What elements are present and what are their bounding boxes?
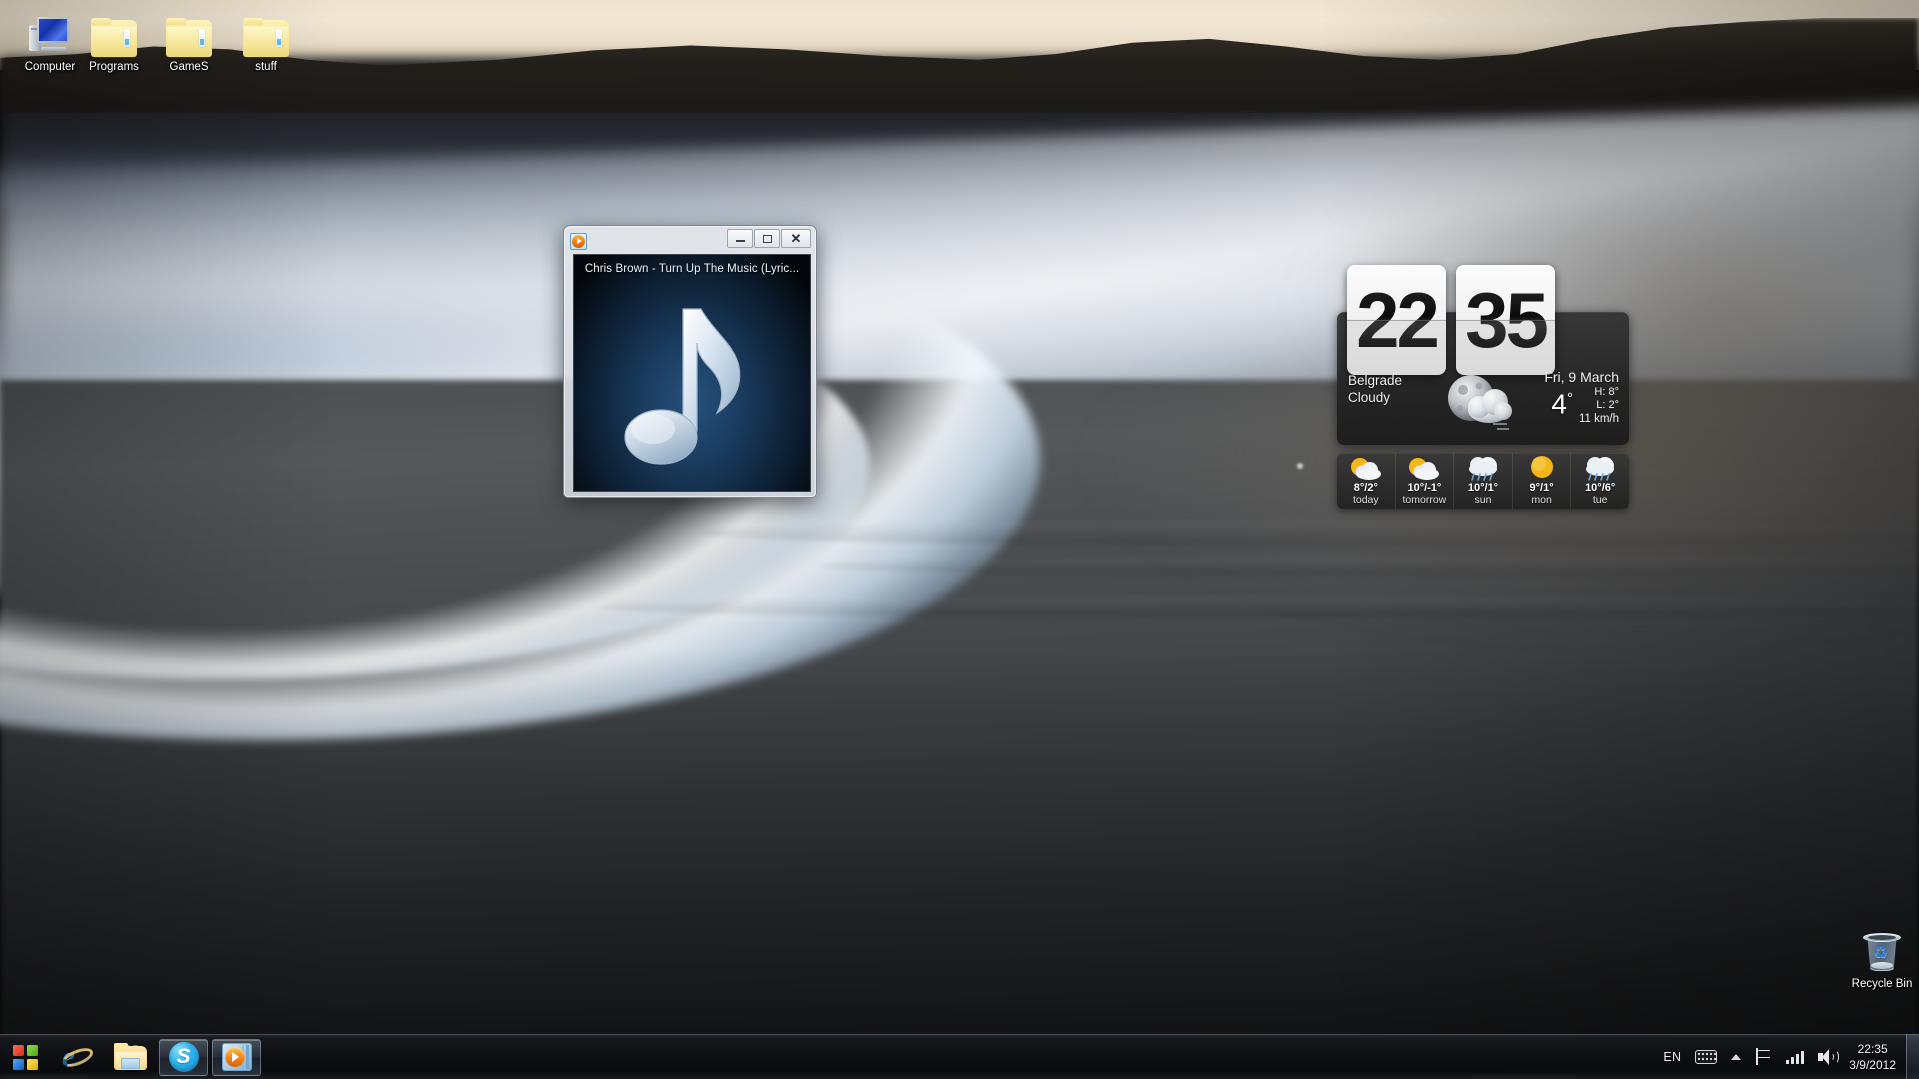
weather-high: H: 8° <box>1594 386 1619 398</box>
music-note-icon <box>617 301 767 481</box>
forecast-day[interactable]: 9°/1° mon <box>1513 453 1572 509</box>
taskbar-item-skype[interactable]: S <box>159 1038 208 1076</box>
forecast-label: tue <box>1592 494 1608 506</box>
forecast-temps: 10°/1° <box>1467 482 1499 494</box>
clock-hours: 22 <box>1347 281 1446 359</box>
forecast-day[interactable]: 10°/6° tue <box>1571 453 1629 509</box>
desktop-icon-stuff[interactable]: stuff <box>222 8 310 74</box>
temp-value: 4 <box>1551 388 1567 420</box>
forecast-day[interactable]: 10°/1° sun <box>1454 453 1513 509</box>
forecast-label: mon <box>1531 494 1552 506</box>
clock-minutes: 35 <box>1456 281 1555 359</box>
wallpaper-bokeh-dot <box>1297 463 1303 469</box>
desktop-icon-label: stuff <box>255 61 277 73</box>
keyboard-icon[interactable] <box>1688 1034 1724 1079</box>
forecast-day[interactable]: 8°/2° today <box>1337 453 1396 509</box>
weather-low: L: 2° <box>1596 399 1619 411</box>
skype-letter: S <box>176 1045 191 1068</box>
desktop-icon-label: Recycle Bin <box>1851 978 1913 990</box>
forecast-temps: 9°/1° <box>1529 482 1554 494</box>
start-button[interactable] <box>1 1036 49 1079</box>
now-playing-title: Chris Brown - Turn Up The Music (Lyric..… <box>584 263 800 275</box>
desktop-wallpaper <box>0 0 1919 1079</box>
maximize-button[interactable] <box>754 229 780 248</box>
sun-icon <box>1522 454 1562 482</box>
folder-icon <box>145 8 233 58</box>
minimize-button[interactable] <box>727 229 753 248</box>
htc-clock-weather-widget[interactable]: 22 35 Belgrade Cloudy Fri, 9 March 4° H:… <box>1337 265 1629 509</box>
close-button[interactable]: ✕ <box>781 229 811 248</box>
window-controls: ✕ <box>726 229 811 248</box>
sun-cloud-icon <box>1404 454 1444 482</box>
windows-logo-icon <box>12 1044 38 1070</box>
degree-symbol: ° <box>1567 390 1573 407</box>
rain-cloud-icon <box>1580 454 1620 482</box>
forecast-label: sun <box>1474 494 1492 506</box>
window-title-bar[interactable]: ✕ <box>569 229 811 252</box>
internet-explorer-icon: e <box>59 1041 96 1073</box>
media-player-window[interactable]: ✕ Chris Brown - Turn Up The Music (Lyric… <box>563 225 817 498</box>
weather-date: Fri, 9 March <box>1544 369 1619 385</box>
taskbar-item-windows-explorer[interactable] <box>106 1039 155 1076</box>
skype-icon: S <box>168 1042 199 1072</box>
windows-media-player-icon <box>570 232 587 250</box>
clock-time: 22:35 <box>1857 1041 1888 1056</box>
forecast-temps: 10°/6° <box>1585 482 1616 494</box>
desktop-icon-recycle-bin[interactable]: ♻ Recycle Bin <box>1838 925 1919 991</box>
weather-city: Belgrade <box>1348 373 1403 388</box>
moon-cloudy-icon <box>1441 366 1527 436</box>
forecast-temps: 8°/2° <box>1353 482 1378 494</box>
taskbar[interactable]: e S EN 22:35 3/9/2012 <box>0 1034 1919 1079</box>
weather-condition: Cloudy <box>1348 390 1391 405</box>
weather-wind: 11 km/h <box>1578 413 1619 425</box>
folder-icon <box>222 8 310 58</box>
rain-cloud-icon <box>1463 454 1503 482</box>
forecast-label: today <box>1352 494 1379 506</box>
flag-icon[interactable] <box>1748 1034 1779 1079</box>
forecast-temps: 10°/-1° <box>1407 482 1442 494</box>
show-desktop-button[interactable] <box>1906 1034 1919 1079</box>
language-indicator[interactable]: EN <box>1656 1034 1688 1079</box>
sun-cloud-icon <box>1346 454 1386 482</box>
desktop-icon-label: GameS <box>169 61 209 73</box>
clock[interactable]: 22:35 3/9/2012 <box>1845 1041 1905 1073</box>
network-bars-icon[interactable] <box>1779 1034 1811 1079</box>
close-icon: ✕ <box>790 230 802 246</box>
taskbar-item-internet-explorer[interactable]: e <box>53 1039 102 1076</box>
forecast-label: tomorrow <box>1402 494 1447 506</box>
chevron-up-icon[interactable] <box>1724 1034 1748 1079</box>
speaker-icon[interactable] <box>1811 1034 1845 1079</box>
clock-minutes-tile: 35 <box>1456 265 1555 375</box>
folder-explorer-icon <box>114 1043 147 1071</box>
wallpaper-vignette-bottom <box>0 649 1919 1079</box>
clock-hours-tile: 22 <box>1347 265 1446 375</box>
desktop-icon-games[interactable]: GameS <box>145 8 233 74</box>
clock-date: 3/9/2012 <box>1849 1057 1896 1072</box>
widget-main-panel[interactable]: 22 35 Belgrade Cloudy Fri, 9 March 4° H:… <box>1337 265 1629 445</box>
media-player-visualization[interactable]: Chris Brown - Turn Up The Music (Lyric..… <box>573 254 811 492</box>
forecast-day[interactable]: 10°/-1° tomorrow <box>1396 453 1455 509</box>
system-tray[interactable]: EN 22:35 3/9/2012 <box>1656 1034 1919 1079</box>
recycle-bin-icon: ♻ <box>1838 925 1919 975</box>
weather-forecast-bar[interactable]: 8°/2° today 10°/-1° tomorrow 10°/1° sun … <box>1337 453 1629 509</box>
weather-current-temperature: 4° <box>1551 385 1573 418</box>
taskbar-item-windows-media-player[interactable] <box>212 1038 261 1076</box>
windows-media-player-icon <box>221 1043 252 1071</box>
